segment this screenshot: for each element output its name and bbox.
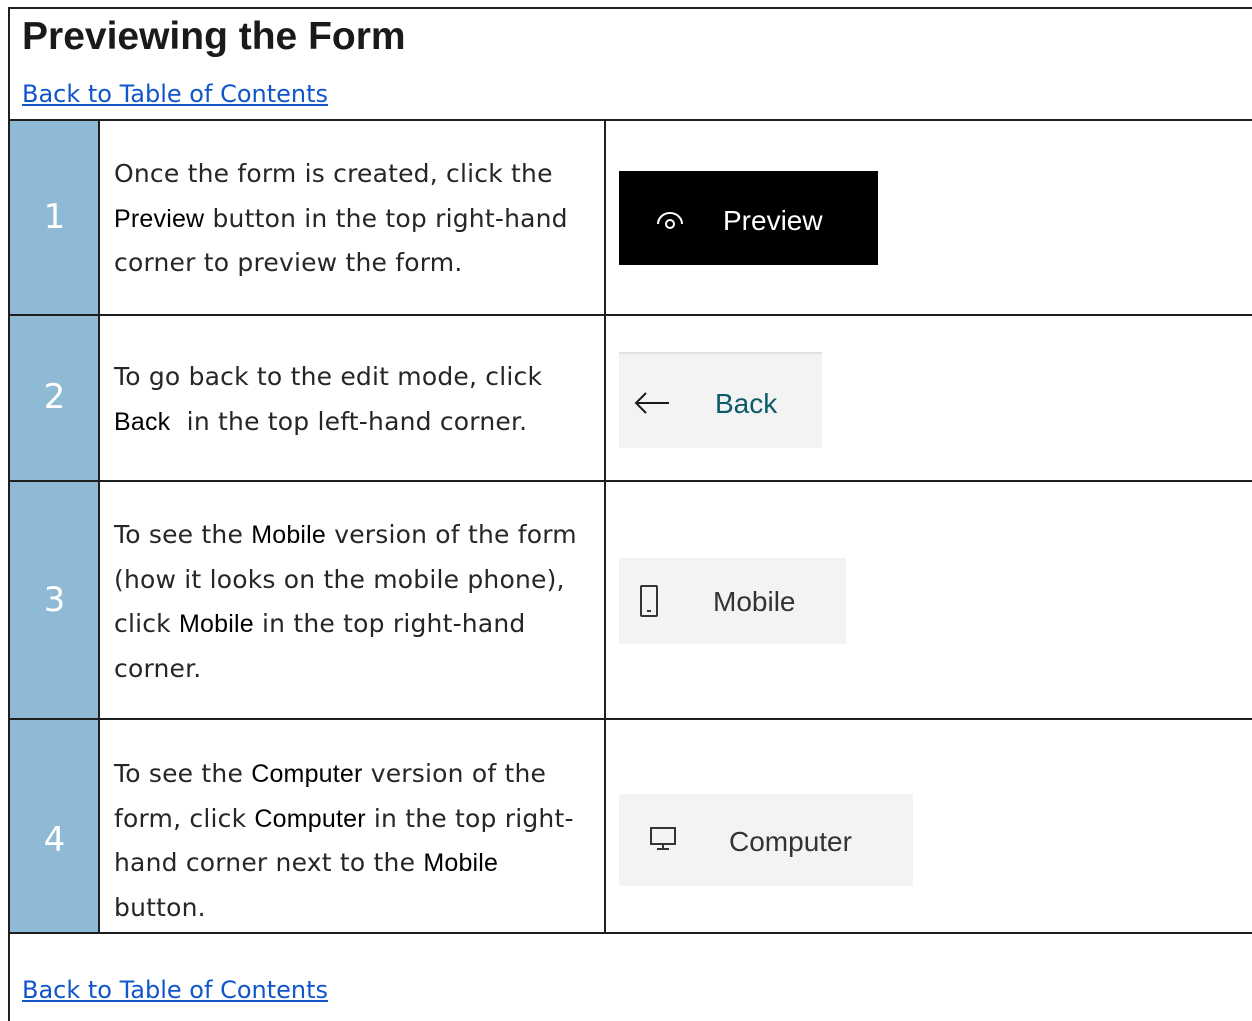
document-page: Previewing the Form Back to Table of Con…	[0, 0, 1252, 1021]
ui-term: Mobile	[251, 521, 327, 549]
ui-term: Computer	[254, 804, 366, 833]
step-instruction: To go back to the edit mode, click Back …	[114, 362, 543, 436]
arrow-left-icon	[634, 392, 669, 414]
step-instruction: To see the Mobile version of the form (h…	[114, 520, 577, 683]
back-button-screenshot: Back	[619, 352, 822, 448]
step-number-column	[10, 121, 99, 932]
page-title: Previewing the Form	[22, 15, 406, 58]
back-to-toc-link-top[interactable]: Back to Table of Contents	[22, 80, 328, 108]
row-divider	[10, 480, 1252, 482]
table-bottom-border	[10, 932, 1252, 934]
back-to-toc-link-bottom[interactable]: Back to Table of Contents	[22, 976, 328, 1004]
back-label: Back	[715, 388, 778, 419]
step-instruction: To see the Computer version of the form,…	[114, 759, 574, 922]
eye-icon	[657, 212, 683, 229]
step-number: 2	[43, 377, 66, 417]
step-number: 3	[43, 580, 66, 620]
mobile-label: Mobile	[713, 586, 796, 617]
ui-term: Back	[114, 407, 171, 436]
ui-term: Preview	[114, 204, 205, 233]
row-divider	[10, 718, 1252, 720]
column-divider	[98, 121, 100, 932]
step-number: 4	[43, 820, 66, 860]
preview-label: Preview	[723, 205, 823, 236]
table-top-border	[10, 119, 1252, 121]
preview-button-screenshot: Preview	[619, 171, 878, 265]
column-divider	[604, 121, 606, 932]
divider	[619, 352, 822, 354]
ui-term: Mobile	[423, 849, 499, 877]
computer-label: Computer	[729, 826, 852, 857]
monitor-icon	[650, 827, 676, 850]
step-instruction: Once the form is created, click the Prev…	[114, 159, 568, 277]
phone-icon	[640, 585, 658, 617]
ui-term: Computer	[251, 760, 363, 788]
ui-term: Mobile	[179, 610, 254, 638]
mobile-button-screenshot: Mobile	[619, 558, 846, 644]
computer-button-screenshot: Computer	[619, 794, 913, 886]
step-number: 1	[43, 197, 66, 237]
row-divider	[10, 314, 1252, 316]
